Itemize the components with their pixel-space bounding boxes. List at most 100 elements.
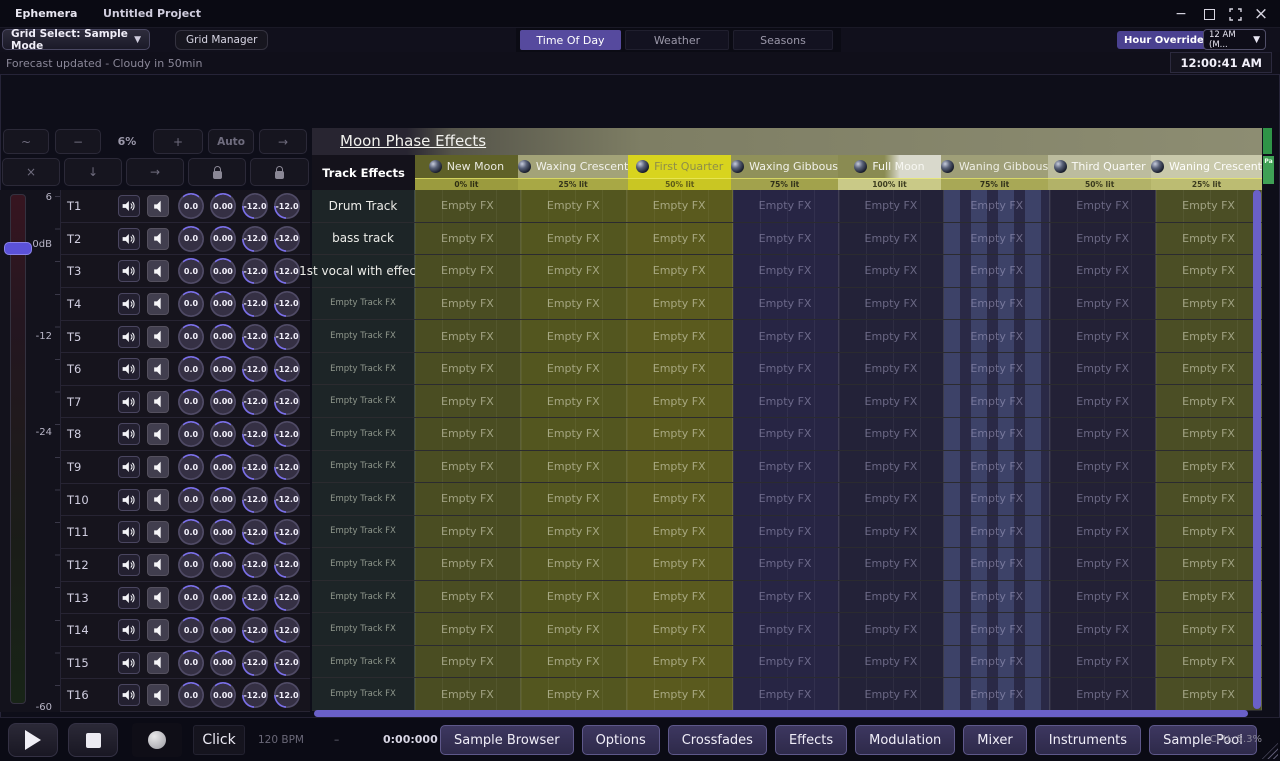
knob[interactable]: -12.0 <box>242 487 268 513</box>
effect-cell[interactable]: Empty FX <box>1156 190 1262 222</box>
unmute-button[interactable] <box>118 293 140 315</box>
effect-cell[interactable]: Empty FX <box>415 320 521 352</box>
knob[interactable]: -12.0 <box>274 552 300 578</box>
effect-cell[interactable]: Empty FX <box>627 646 733 678</box>
effect-cell[interactable]: Empty FX <box>944 320 1050 352</box>
effect-cell[interactable]: Empty FX <box>1156 288 1262 320</box>
knob[interactable]: 0.0 <box>178 487 204 513</box>
mute-button[interactable] <box>147 554 169 576</box>
knob[interactable]: -12.0 <box>242 552 268 578</box>
effect-cell[interactable]: Empty FX <box>521 451 627 483</box>
lock-alt-button[interactable] <box>250 158 309 186</box>
effect-cell[interactable]: Empty FX <box>944 353 1050 385</box>
panel-button-options[interactable]: Options <box>582 725 660 755</box>
effect-cell[interactable]: Empty FX <box>415 548 521 580</box>
effect-cell[interactable]: Empty FX <box>733 353 839 385</box>
effect-cell[interactable]: Empty FX <box>521 288 627 320</box>
knob[interactable]: -12.0 <box>242 617 268 643</box>
effect-cell[interactable]: Empty FX <box>415 190 521 222</box>
effect-cell[interactable]: Empty FX <box>1156 548 1262 580</box>
effect-cell[interactable]: Empty FX <box>521 353 627 385</box>
effect-cell[interactable]: Empty FX <box>733 255 839 287</box>
effect-cell[interactable]: Empty FX <box>415 646 521 678</box>
effect-cell[interactable]: Empty FX <box>839 353 945 385</box>
panel-button-instruments[interactable]: Instruments <box>1035 725 1141 755</box>
effect-cell[interactable]: Empty FX <box>627 255 733 287</box>
effect-cell[interactable]: Empty FX <box>839 678 945 710</box>
hour-select-dropdown[interactable]: 12 AM (M... ▼ <box>1203 29 1266 50</box>
panel-button-mixer[interactable]: Mixer <box>963 725 1026 755</box>
knob[interactable]: 0.0 <box>178 193 204 219</box>
effect-cell[interactable]: Empty FX <box>1156 483 1262 515</box>
panel-button-crossfades[interactable]: Crossfades <box>668 725 767 755</box>
effect-cell[interactable]: Empty FX <box>1050 516 1156 548</box>
effect-cell[interactable]: Empty FX <box>944 418 1050 450</box>
mute-button[interactable] <box>147 326 169 348</box>
vertical-scrollbar[interactable] <box>1253 190 1261 709</box>
effect-cell[interactable]: Empty FX <box>839 646 945 678</box>
effect-cell[interactable]: Empty FX <box>415 451 521 483</box>
effect-cell[interactable]: Empty FX <box>839 418 945 450</box>
effect-cell[interactable]: Empty FX <box>1156 678 1262 710</box>
unmute-button[interactable] <box>118 652 140 674</box>
knob[interactable]: 0.0 <box>178 258 204 284</box>
unmute-button[interactable] <box>118 684 140 706</box>
knob[interactable]: 0.00 <box>210 258 236 284</box>
effect-cell[interactable]: Empty FX <box>944 223 1050 255</box>
unmute-button[interactable] <box>118 554 140 576</box>
effect-cell[interactable]: Empty FX <box>733 483 839 515</box>
close-tool-button[interactable]: × <box>2 158 60 186</box>
effect-cell[interactable]: Empty FX <box>1050 223 1156 255</box>
effect-cell[interactable]: Empty FX <box>1156 418 1262 450</box>
play-button[interactable] <box>8 723 58 757</box>
effect-cell[interactable]: Empty FX <box>1050 548 1156 580</box>
minimize-icon[interactable]: − <box>1170 4 1192 24</box>
effect-cell[interactable]: Empty FX <box>839 581 945 613</box>
mute-button[interactable] <box>147 260 169 282</box>
knob[interactable]: 0.0 <box>178 682 204 708</box>
effect-cell[interactable]: Empty FX <box>1156 385 1262 417</box>
unmute-button[interactable] <box>118 358 140 380</box>
mute-button[interactable] <box>147 684 169 706</box>
knob[interactable]: -12.0 <box>242 389 268 415</box>
effect-cell[interactable]: Empty FX <box>944 451 1050 483</box>
effect-cell[interactable]: Empty FX <box>733 613 839 645</box>
moon-column-header[interactable]: Waxing Crescent25% lit <box>518 155 629 190</box>
effect-cell[interactable]: Empty FX <box>733 223 839 255</box>
effect-cell[interactable]: Empty FX <box>839 288 945 320</box>
knob[interactable]: 0.00 <box>210 487 236 513</box>
effect-cell[interactable]: Empty FX <box>627 516 733 548</box>
effect-cell[interactable]: Empty FX <box>1156 255 1262 287</box>
stop-button[interactable] <box>68 723 118 757</box>
effect-cell[interactable]: Empty FX <box>1050 288 1156 320</box>
mute-button[interactable] <box>147 521 169 543</box>
knob[interactable]: 0.0 <box>178 291 204 317</box>
zoom-in-button[interactable]: + <box>153 129 203 154</box>
effect-cell[interactable]: Empty FX <box>627 418 733 450</box>
knob[interactable]: -12.0 <box>242 226 268 252</box>
effect-cell[interactable]: Empty FX <box>521 678 627 710</box>
knob[interactable]: -12.0 <box>274 617 300 643</box>
tab-seasons[interactable]: Seasons <box>733 30 833 50</box>
effect-cell[interactable]: Empty FX <box>1156 646 1262 678</box>
click-metronome-button[interactable]: Click <box>193 725 245 755</box>
knob[interactable]: -12.0 <box>274 324 300 350</box>
effect-cell[interactable]: Empty FX <box>944 646 1050 678</box>
knob[interactable]: -12.0 <box>274 519 300 545</box>
knob[interactable]: 0.0 <box>178 519 204 545</box>
effect-cell[interactable]: Empty FX <box>839 451 945 483</box>
knob[interactable]: -12.0 <box>242 682 268 708</box>
effect-cell[interactable]: Empty FX <box>1156 451 1262 483</box>
knob[interactable]: -12.0 <box>242 193 268 219</box>
knob[interactable]: -12.0 <box>242 585 268 611</box>
effect-cell[interactable]: Empty FX <box>521 646 627 678</box>
knob[interactable]: 0.00 <box>210 552 236 578</box>
knob[interactable]: 0.00 <box>210 226 236 252</box>
fader-track[interactable] <box>10 194 26 704</box>
knob[interactable]: -12.0 <box>242 650 268 676</box>
effect-cell[interactable]: Empty FX <box>1050 451 1156 483</box>
effect-cell[interactable]: Empty FX <box>733 418 839 450</box>
mute-button[interactable] <box>147 195 169 217</box>
mute-button[interactable] <box>147 489 169 511</box>
fullscreen-icon[interactable] <box>1224 4 1246 24</box>
